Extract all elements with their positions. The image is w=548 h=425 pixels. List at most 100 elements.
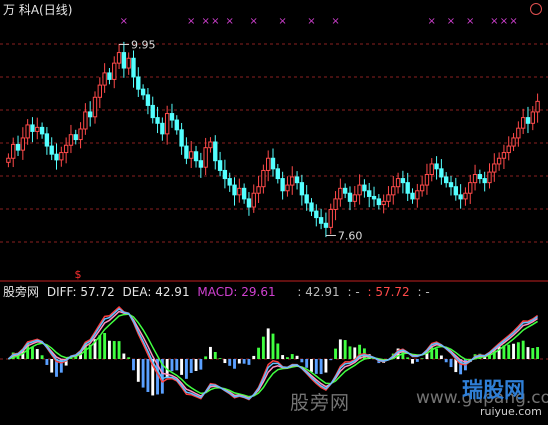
candle-body	[468, 182, 473, 194]
signal-marker: ×	[500, 16, 508, 27]
candle-body	[131, 57, 136, 78]
candle-body	[266, 157, 271, 171]
candle-body	[516, 127, 521, 139]
candle-body	[232, 184, 237, 196]
signal-marker: ×	[447, 16, 455, 27]
candle-body	[39, 126, 45, 135]
candle-body	[419, 184, 425, 192]
extra-value-a: : 42.91	[297, 285, 340, 299]
candle-body	[246, 198, 252, 208]
candle-body	[25, 124, 30, 139]
watermark-text: 股旁网	[290, 392, 351, 414]
candle-body	[227, 178, 232, 186]
candle-body	[371, 195, 377, 200]
signal-marker: ×	[211, 16, 219, 27]
candle-body	[11, 143, 16, 159]
candle-body	[97, 84, 102, 98]
candle-body	[405, 182, 410, 194]
candle-body	[318, 217, 324, 224]
signal-marker: ×	[250, 16, 258, 27]
candle-body	[458, 194, 463, 200]
candle-body	[294, 176, 300, 184]
candle-body	[203, 147, 208, 168]
candle-body	[256, 186, 261, 194]
candle-body	[333, 198, 338, 210]
signal-marker: ×	[201, 16, 209, 27]
candle-body	[520, 117, 526, 129]
candle-body	[400, 178, 406, 184]
dea-value: DEA: 42.91	[122, 285, 190, 299]
candle-body	[477, 174, 483, 180]
candle-body	[511, 137, 516, 147]
candle-body	[251, 192, 256, 208]
low-price-label: 7.60	[338, 229, 363, 242]
candle-body	[492, 163, 497, 173]
candle-body	[530, 111, 535, 124]
candle-body	[102, 72, 107, 86]
candle-body	[241, 187, 247, 200]
candle-body	[15, 143, 21, 151]
candle-body	[304, 194, 309, 204]
candle-body	[285, 184, 290, 192]
candle-body	[63, 144, 69, 154]
candle-body	[88, 111, 93, 118]
logo-url: ruiyue.com	[480, 405, 542, 418]
macd-value: MACD: 29.61	[197, 285, 276, 299]
buy-signal-marker: $	[75, 268, 82, 281]
candle-body	[112, 62, 117, 80]
candle-body	[453, 186, 458, 196]
window-corner-icon[interactable]	[530, 3, 542, 15]
candle-body	[78, 128, 83, 141]
candle-body	[49, 145, 54, 155]
extra-value-d: : -	[417, 285, 430, 299]
candle-body	[198, 160, 204, 168]
candle-body	[54, 153, 59, 161]
candle-body	[275, 168, 280, 180]
candle-body	[179, 129, 184, 147]
candle-body	[309, 202, 314, 212]
candle-body	[59, 152, 64, 161]
candle-body	[429, 163, 434, 176]
candle-body	[299, 182, 305, 196]
candle-body	[314, 210, 319, 219]
extra-value-c: : 57.72	[367, 285, 410, 299]
candle-body	[472, 174, 478, 184]
signal-marker: ×	[278, 16, 286, 27]
candle-body	[290, 176, 295, 186]
diff-value: DIFF: 57.72	[46, 285, 115, 299]
candle-body	[193, 151, 199, 162]
candle-body	[189, 151, 194, 159]
signal-marker: ×	[226, 16, 234, 27]
candle-body	[222, 169, 228, 180]
candle-body	[116, 52, 122, 64]
indicator-header: 股旁网 DIFF: 57.72 DEA: 42.91 MACD: 29.61 :…	[3, 285, 434, 299]
candle-body	[501, 152, 507, 159]
signal-marker: ×	[466, 16, 474, 27]
candle-body	[174, 119, 179, 131]
candle-body	[208, 141, 213, 149]
candle-body	[347, 192, 353, 202]
candle-body	[487, 171, 492, 184]
candle-body	[482, 178, 487, 184]
candle-body	[439, 168, 444, 178]
chart-title: 万 科A(日线)	[3, 3, 73, 17]
candle-body	[184, 145, 189, 159]
candle-body	[444, 176, 449, 184]
candle-body	[362, 184, 367, 192]
candle-body	[342, 187, 348, 194]
signal-marker: ×	[490, 16, 498, 27]
candle-body	[357, 184, 362, 196]
candle-body	[73, 134, 78, 141]
candle-body	[6, 157, 11, 163]
candle-body	[155, 117, 160, 124]
candle-body	[506, 145, 511, 154]
candle-body	[367, 190, 372, 197]
candle-body	[328, 208, 333, 228]
candle-body	[323, 222, 329, 228]
candle-body	[525, 117, 531, 124]
candle-body	[237, 187, 242, 196]
candle-body	[386, 194, 391, 202]
candle-body	[535, 100, 540, 113]
candle-body	[30, 124, 35, 132]
candle-body	[352, 194, 357, 202]
